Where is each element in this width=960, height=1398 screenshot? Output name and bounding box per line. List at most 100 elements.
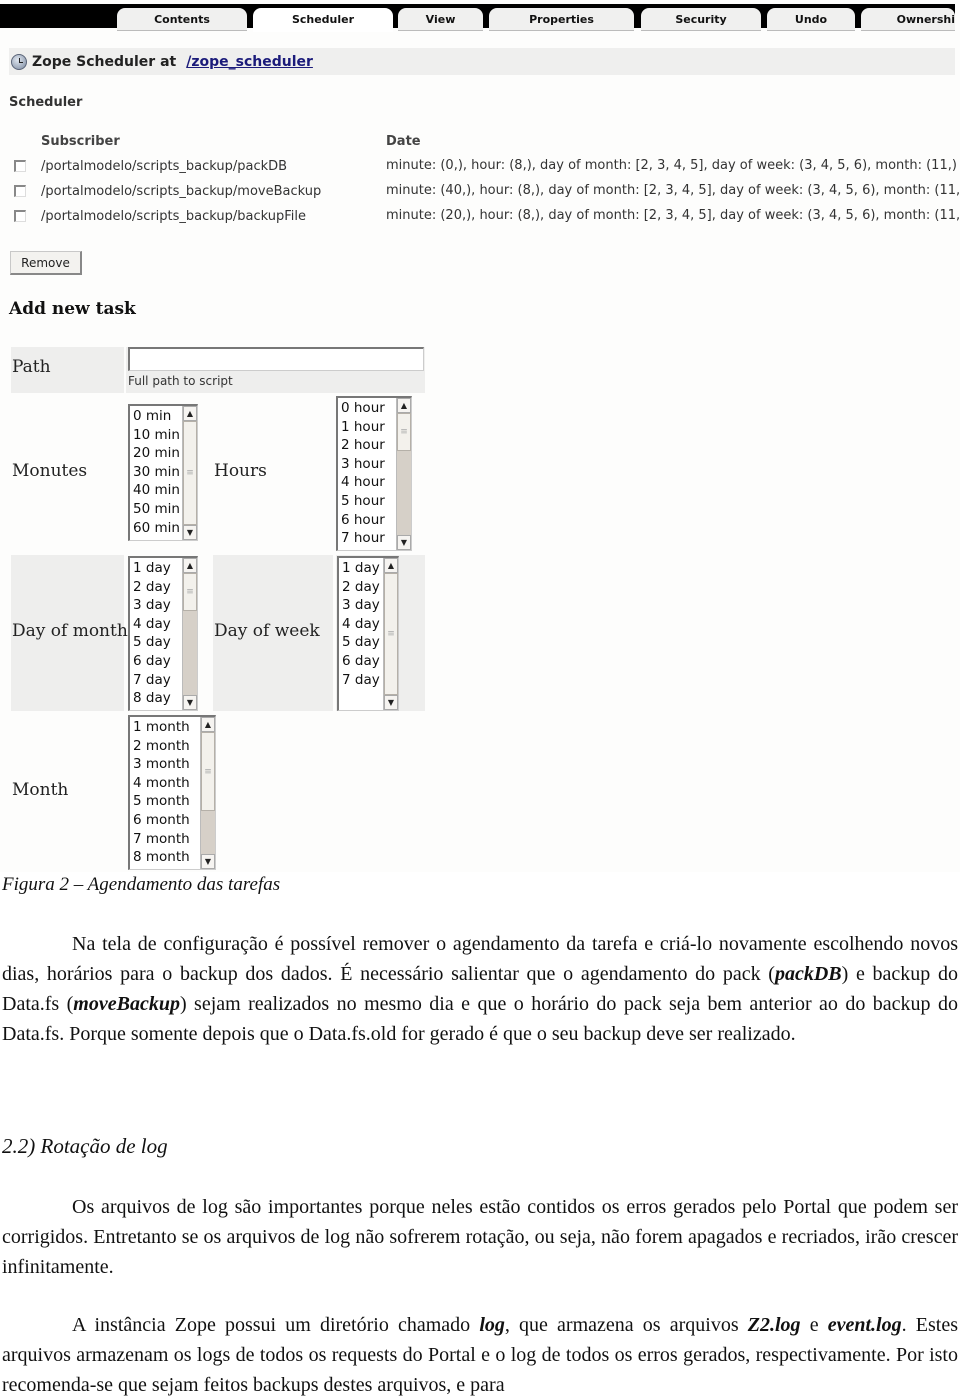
scrollbar[interactable]: ▲ ≡ ▼: [383, 558, 398, 710]
scroll-down-icon[interactable]: ▼: [183, 695, 197, 710]
scroll-up-icon[interactable]: ▲: [201, 717, 215, 732]
listbox-option[interactable]: 3 hour: [341, 455, 385, 474]
path-input[interactable]: [128, 347, 424, 371]
listbox-option[interactable]: 40 min: [133, 481, 180, 500]
listbox-option[interactable]: 6 day: [342, 652, 380, 671]
listbox-option[interactable]: 5 hour: [341, 492, 385, 511]
day-of-month-options: 1 day 2 day 3 day 4 day 5 day 6 day 7 day 8 day: [133, 559, 171, 708]
tab-view[interactable]: View: [398, 8, 483, 31]
listbox-option[interactable]: 4 day: [342, 615, 380, 634]
scroll-thumb[interactable]: ≡: [384, 573, 398, 695]
listbox-option[interactable]: 1 day: [133, 559, 171, 578]
section-title: 2.2) Rotação de log: [2, 1134, 168, 1158]
scroll-thumb[interactable]: ≡: [201, 732, 215, 811]
subscriber-path: /portalmodelo/scripts_backup/backupFile: [41, 208, 307, 224]
listbox-option[interactable]: 5 day: [133, 633, 171, 652]
scroll-up-icon[interactable]: ▲: [397, 398, 411, 413]
listbox-option[interactable]: 20 min: [133, 444, 180, 463]
listbox-option[interactable]: 5 month: [133, 792, 190, 811]
paragraph-log-directory: A instância Zope possui um diretório cha…: [2, 1314, 958, 1396]
listbox-option[interactable]: 7 month: [133, 830, 190, 849]
listbox-option[interactable]: 4 month: [133, 774, 190, 793]
select-checkbox[interactable]: [14, 185, 26, 197]
month-label: Month: [12, 780, 69, 800]
scrollbar[interactable]: ▲ ≡ ▼: [182, 406, 197, 540]
listbox-option[interactable]: 1 month: [133, 718, 190, 737]
select-checkbox[interactable]: [14, 210, 26, 222]
scheduler-heading: Scheduler: [9, 95, 83, 110]
schedule-date: minute: (20,), hour: (8,), day of month:…: [386, 208, 960, 223]
emphasis-movebackup: moveBackup: [73, 993, 180, 1015]
day-of-week-listbox[interactable]: 1 day 2 day 3 day 4 day 5 day 6 day 7 day ▲ ≡ …: [337, 556, 399, 711]
listbox-option[interactable]: 3 day: [133, 596, 171, 615]
zope-scheduler-screenshot: Contents Scheduler View Properties Secur…: [0, 0, 960, 872]
listbox-option[interactable]: 60 min: [133, 519, 180, 538]
day-of-week-options: 1 day 2 day 3 day 4 day 5 day 6 day 7 day: [342, 559, 380, 689]
scroll-down-icon[interactable]: ▼: [397, 535, 411, 550]
listbox-option[interactable]: 7 hour: [341, 529, 385, 548]
scroll-thumb[interactable]: ≡: [397, 413, 411, 451]
subscriber-row: /portalmodelo/scripts_backup/packDB: [14, 156, 287, 176]
listbox-option[interactable]: 1 hour: [341, 418, 385, 437]
hours-listbox[interactable]: 0 hour 1 hour 2 hour 3 hour 4 hour 5 hour 6 ho…: [336, 396, 412, 551]
subscriber-path: /portalmodelo/scripts_backup/packDB: [41, 158, 288, 174]
scroll-thumb[interactable]: ≡: [183, 573, 197, 611]
listbox-option[interactable]: 6 month: [133, 811, 190, 830]
listbox-option[interactable]: 2 day: [342, 578, 380, 597]
scroll-down-icon[interactable]: ▼: [201, 854, 215, 869]
scroll-down-icon[interactable]: ▼: [384, 695, 398, 710]
scroll-down-icon[interactable]: ▼: [183, 525, 197, 540]
tab-properties[interactable]: Properties: [489, 8, 634, 31]
listbox-option[interactable]: 3 day: [342, 596, 380, 615]
listbox-option[interactable]: 4 hour: [341, 473, 385, 492]
subscriber-column-header: Subscriber: [41, 134, 120, 149]
figure-caption: Figura 2 – Agendamento das tarefas: [2, 874, 281, 895]
listbox-option[interactable]: 3 month: [133, 755, 190, 774]
listbox-option[interactable]: 50 min: [133, 500, 180, 519]
schedule-date: minute: (0,), hour: (8,), day of month: …: [386, 158, 957, 173]
listbox-option[interactable]: 2 month: [133, 737, 190, 756]
day-of-month-listbox[interactable]: 1 day 2 day 3 day 4 day 5 day 6 day 7 day 8 day…: [128, 556, 198, 711]
listbox-option[interactable]: 2 hour: [341, 436, 385, 455]
scrollbar[interactable]: ▲ ≡ ▼: [182, 558, 197, 710]
scrollbar[interactable]: ▲ ≡ ▼: [396, 398, 411, 550]
listbox-option[interactable]: 4 day: [133, 615, 171, 634]
subscriber-path: /portalmodelo/scripts_backup/moveBackup: [41, 183, 322, 199]
subscriber-row: /portalmodelo/scripts_backup/backupFile: [14, 206, 306, 226]
path-link[interactable]: /zope_scheduler: [186, 54, 313, 70]
listbox-option[interactable]: 0 hour: [341, 399, 385, 418]
scrollbar[interactable]: ▲ ≡ ▼: [200, 717, 215, 869]
listbox-option[interactable]: 6 day: [133, 652, 171, 671]
listbox-option[interactable]: 7 day: [133, 671, 171, 690]
minutes-listbox[interactable]: 0 min 10 min 20 min 30 min 40 min 50 min 60 mi…: [128, 404, 198, 541]
scroll-thumb[interactable]: ≡: [183, 421, 197, 525]
scroll-up-icon[interactable]: ▲: [183, 558, 197, 573]
tab-undo[interactable]: Undo: [767, 8, 855, 31]
listbox-option[interactable]: 8 day: [133, 689, 171, 708]
scroll-up-icon[interactable]: ▲: [183, 406, 197, 421]
listbox-option[interactable]: 7 day: [342, 671, 380, 690]
hours-label: Hours: [214, 461, 267, 481]
tab-ownership[interactable]: Ownershi: [861, 8, 955, 31]
listbox-option[interactable]: 30 min: [133, 463, 180, 482]
minutes-options: 0 min 10 min 20 min 30 min 40 min 50 min 60 mi…: [133, 407, 180, 537]
select-checkbox[interactable]: [14, 160, 26, 172]
listbox-option[interactable]: 10 min: [133, 426, 180, 445]
scroll-up-icon[interactable]: ▲: [384, 558, 398, 573]
emphasis-log: log: [479, 1314, 505, 1336]
path-hint: Full path to script: [128, 374, 233, 388]
month-listbox[interactable]: 1 month 2 month 3 month 4 month 5 month 6 mon…: [128, 715, 216, 870]
listbox-option[interactable]: 1 day: [342, 559, 380, 578]
listbox-option[interactable]: 6 hour: [341, 511, 385, 530]
tab-scheduler[interactable]: Scheduler: [253, 8, 393, 32]
schedule-date: minute: (40,), hour: (8,), day of month:…: [386, 183, 960, 198]
listbox-option[interactable]: 2 day: [133, 578, 171, 597]
listbox-option[interactable]: 5 day: [342, 633, 380, 652]
path-label: Path: [12, 357, 51, 377]
page-title-bar: Zope Scheduler at /zope_scheduler: [9, 48, 955, 75]
remove-button[interactable]: Remove: [10, 251, 82, 275]
tab-security[interactable]: Security: [641, 8, 761, 31]
listbox-option[interactable]: 0 min: [133, 407, 180, 426]
listbox-option[interactable]: 8 month: [133, 848, 190, 867]
tab-contents[interactable]: Contents: [117, 8, 247, 31]
